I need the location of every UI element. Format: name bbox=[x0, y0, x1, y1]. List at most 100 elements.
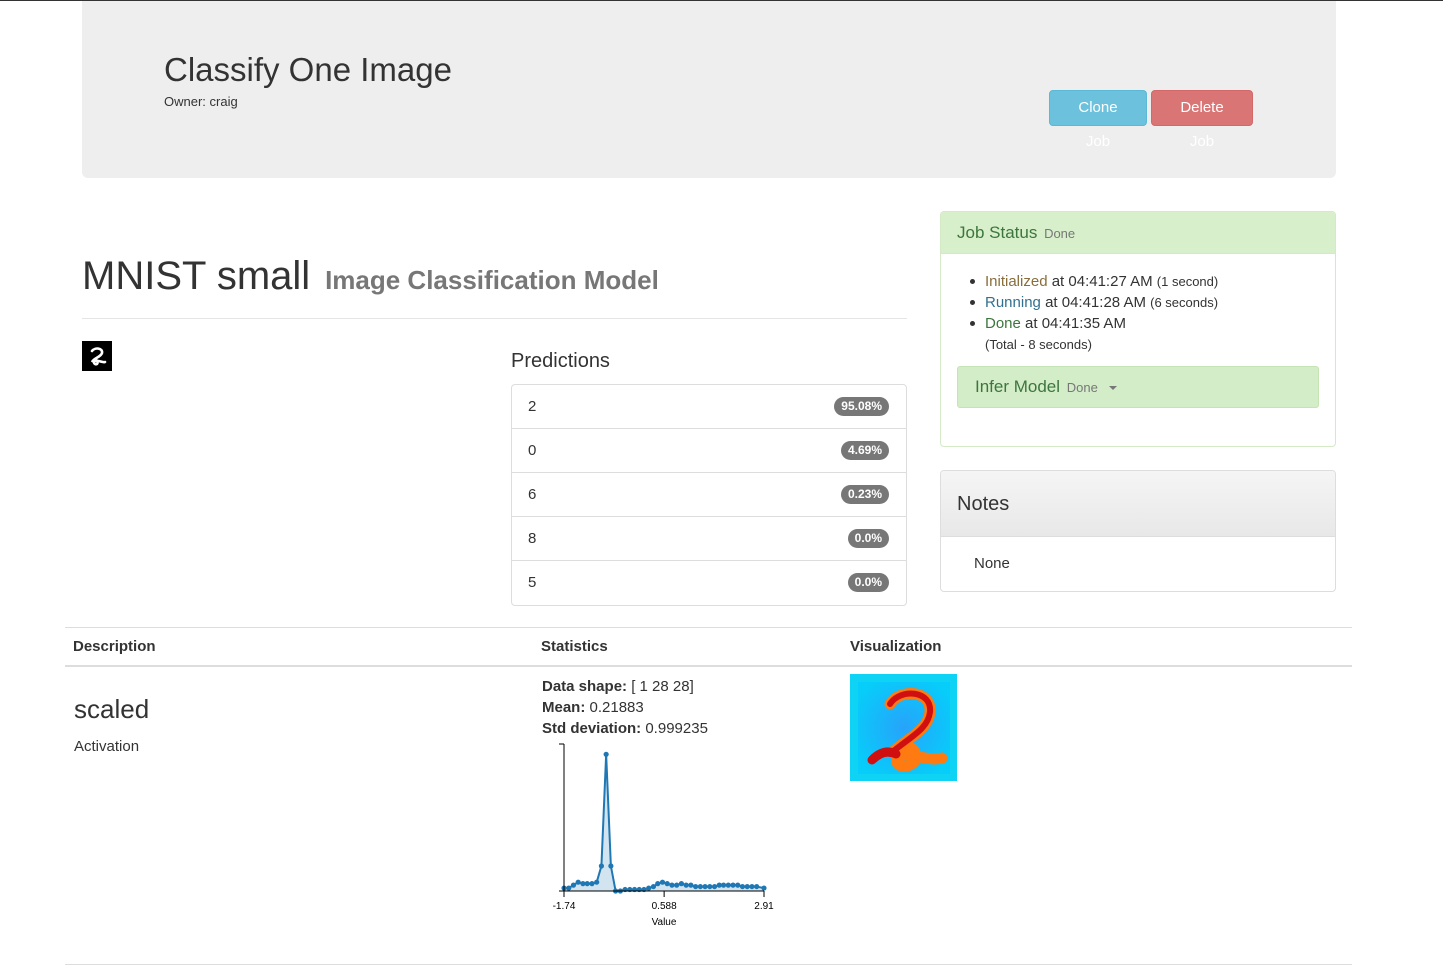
prediction-item: 2 95.08% bbox=[512, 385, 906, 429]
histogram-point bbox=[598, 863, 605, 869]
histogram-point bbox=[711, 883, 718, 890]
infer-model-state: Done bbox=[1066, 380, 1098, 395]
histogram-point bbox=[584, 881, 590, 887]
infer-model-dropdown[interactable]: Infer Model Done bbox=[957, 366, 1319, 408]
stat-label: Std deviation: bbox=[542, 720, 642, 737]
column-header-statistics: Statistics bbox=[541, 638, 608, 655]
model-heading: MNIST small Image Classification Model bbox=[82, 254, 659, 299]
prediction-label: 5 bbox=[528, 574, 537, 591]
histogram-point bbox=[761, 885, 767, 891]
model-name[interactable]: MNIST small bbox=[82, 254, 310, 298]
histogram-point bbox=[664, 881, 670, 887]
histogram-point bbox=[725, 882, 731, 888]
status-event-initialized: Initialized at 04:41:27 AM (1 second) bbox=[970, 271, 1218, 292]
status-name: Running bbox=[985, 294, 1041, 311]
x-tick-label: -1.74 bbox=[553, 901, 576, 912]
histogram-point bbox=[566, 885, 572, 891]
histogram-point bbox=[608, 863, 614, 869]
status-time: at 04:41:27 AM bbox=[1051, 273, 1153, 290]
histogram-svg: -1.74 0.588 2.91 Value bbox=[553, 743, 774, 928]
table-header-border bbox=[65, 665, 1352, 667]
prediction-badge: 0.0% bbox=[847, 529, 889, 548]
activation-visualization bbox=[850, 674, 957, 781]
prediction-badge: 95.08% bbox=[834, 397, 889, 416]
status-event-done: Done at 04:41:35 AM bbox=[970, 313, 1218, 334]
predictions-title: Predictions bbox=[511, 350, 610, 372]
histogram-point bbox=[739, 883, 746, 890]
prediction-item: 0 4.69% bbox=[512, 429, 906, 473]
table-top-border bbox=[65, 627, 1352, 628]
column-header-visualization: Visualization bbox=[850, 638, 942, 655]
histogram-point bbox=[646, 885, 652, 891]
stat-std: Std deviation: 0.999235 bbox=[542, 718, 708, 739]
histogram-point bbox=[659, 879, 666, 885]
bullet-icon bbox=[970, 300, 975, 305]
model-subtitle: Image Classification Model bbox=[325, 265, 659, 295]
histogram-point bbox=[575, 879, 581, 885]
notes-body: None bbox=[974, 555, 1010, 572]
owner-label: Owner: bbox=[164, 94, 206, 109]
x-axis-label: Value bbox=[652, 917, 677, 928]
status-event-running: Running at 04:41:28 AM (6 seconds) bbox=[970, 292, 1219, 313]
histogram-point bbox=[594, 879, 600, 885]
histogram-point bbox=[744, 883, 750, 890]
histogram-point bbox=[720, 882, 727, 888]
status-total: (Total - 8 seconds) bbox=[985, 334, 1218, 355]
histogram-point bbox=[669, 882, 675, 888]
status-time: at 04:41:35 AM bbox=[1025, 315, 1126, 332]
histogram-point bbox=[650, 883, 657, 890]
bullet-icon bbox=[970, 279, 975, 284]
table-bottom-border bbox=[65, 964, 1352, 965]
histogram-point bbox=[589, 881, 595, 887]
job-owner: Owner: craig bbox=[164, 94, 238, 109]
histogram-point bbox=[702, 883, 708, 890]
x-tick-label: 2.91 bbox=[754, 901, 774, 912]
job-status-panel: Job Status Done Initialized at 04:41:27 … bbox=[940, 211, 1336, 447]
status-time: at 04:41:28 AM bbox=[1045, 294, 1146, 311]
status-duration: (6 seconds) bbox=[1150, 295, 1219, 310]
histogram-point bbox=[754, 883, 760, 890]
notes-title: Notes bbox=[941, 471, 1335, 537]
prediction-badge: 0.23% bbox=[840, 485, 889, 504]
prediction-item: 6 0.23% bbox=[512, 473, 906, 517]
prediction-item: 8 0.0% bbox=[512, 517, 906, 561]
x-tick-label: 0.588 bbox=[652, 901, 677, 912]
stat-label: Data shape: bbox=[542, 678, 628, 695]
job-status-title: Job Status bbox=[957, 223, 1038, 242]
layer-statistics: Data shape: [ 1 28 28] Mean: 0.21883 Std… bbox=[542, 676, 708, 739]
prediction-badge: 0.0% bbox=[847, 573, 889, 592]
histogram-area bbox=[564, 754, 764, 891]
histogram-point bbox=[674, 882, 680, 888]
prediction-label: 6 bbox=[528, 486, 537, 503]
histogram-point bbox=[749, 883, 755, 890]
bullet-icon bbox=[970, 321, 975, 326]
stat-label: Mean: bbox=[542, 699, 586, 716]
layer-type: Activation bbox=[74, 738, 140, 755]
stat-data-shape: Data shape: [ 1 28 28] bbox=[542, 676, 708, 697]
column-header-description: Description bbox=[73, 638, 156, 655]
layer-name: scaled bbox=[74, 694, 150, 724]
status-name: Done bbox=[985, 315, 1021, 332]
input-image bbox=[82, 341, 112, 371]
job-status-header: Job Status Done bbox=[941, 212, 1335, 254]
prediction-label: 2 bbox=[528, 398, 537, 415]
stat-value: [ 1 28 28] bbox=[631, 678, 694, 695]
prediction-badge: 4.69% bbox=[840, 441, 889, 460]
histogram-point bbox=[655, 881, 661, 887]
stat-value: 0.999235 bbox=[645, 720, 708, 737]
clone-job-button[interactable]: Clone Job bbox=[1049, 90, 1147, 150]
stat-mean: Mean: 0.21883 bbox=[542, 697, 708, 718]
histogram-point bbox=[735, 882, 741, 888]
notes-panel: Notes None bbox=[940, 470, 1336, 592]
divider bbox=[82, 318, 907, 319]
histogram-point bbox=[570, 882, 577, 888]
histogram-point bbox=[693, 883, 699, 890]
prediction-item: 5 0.0% bbox=[512, 561, 906, 605]
histogram-point bbox=[730, 882, 736, 888]
histogram-point bbox=[678, 881, 685, 887]
job-status-state: Done bbox=[1044, 226, 1076, 241]
status-timeline: Initialized at 04:41:27 AM (1 second) Ru… bbox=[970, 271, 1219, 355]
histogram-point bbox=[603, 751, 609, 757]
delete-job-button[interactable]: Delete Job bbox=[1151, 90, 1253, 150]
infer-model-label: Infer Model bbox=[975, 377, 1061, 396]
